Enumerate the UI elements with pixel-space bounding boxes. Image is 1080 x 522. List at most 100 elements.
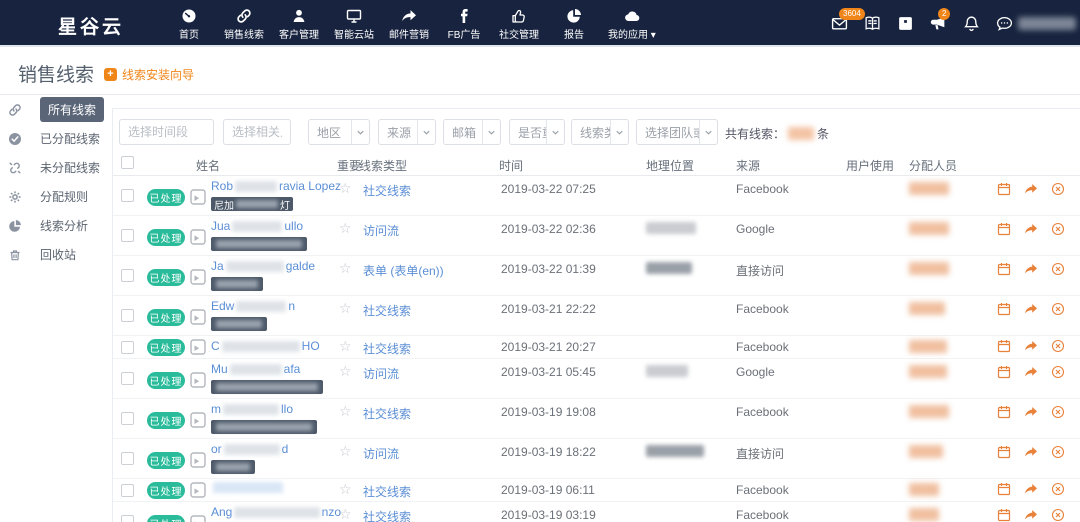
calendar-icon[interactable] bbox=[897, 15, 915, 33]
calendar-icon[interactable] bbox=[997, 262, 1011, 276]
lead-name-link[interactable]: Juaullo bbox=[211, 219, 341, 233]
share-icon[interactable] bbox=[1024, 508, 1038, 522]
delete-icon[interactable] bbox=[1051, 405, 1065, 419]
delete-icon[interactable] bbox=[1051, 365, 1065, 379]
user-account-redacted[interactable] bbox=[1018, 17, 1076, 30]
calendar-icon[interactable] bbox=[997, 405, 1011, 419]
nav-item-customer-management[interactable]: 客户管理 bbox=[278, 0, 320, 47]
lead-type-link[interactable]: 访问流 bbox=[363, 222, 399, 239]
row-checkbox[interactable] bbox=[121, 269, 134, 282]
nav-item-fb-ads[interactable]: FB广告 bbox=[443, 0, 485, 47]
lead-name-link[interactable]: Jagalde bbox=[211, 259, 341, 273]
share-icon[interactable] bbox=[1024, 262, 1038, 276]
star-icon[interactable]: ☆ bbox=[339, 506, 352, 522]
delete-icon[interactable] bbox=[1051, 182, 1065, 196]
lead-type-link[interactable]: 社交线索 bbox=[363, 508, 411, 522]
sidebar-item-assigned-leads[interactable]: 已分配线索 bbox=[0, 124, 112, 153]
mail-icon[interactable]: 3604 bbox=[831, 15, 849, 33]
delete-icon[interactable] bbox=[1051, 262, 1065, 276]
sidebar-item-recycle-bin[interactable]: 回收站 bbox=[0, 240, 112, 269]
delete-icon[interactable] bbox=[1051, 445, 1065, 459]
star-icon[interactable]: ☆ bbox=[339, 403, 352, 420]
calendar-icon[interactable] bbox=[997, 302, 1011, 316]
star-icon[interactable]: ☆ bbox=[339, 363, 352, 380]
book-icon[interactable] bbox=[864, 15, 882, 33]
calendar-icon[interactable] bbox=[997, 222, 1011, 236]
star-icon[interactable]: ☆ bbox=[339, 220, 352, 237]
calendar-icon[interactable] bbox=[997, 182, 1011, 196]
announce-icon[interactable]: 2 bbox=[930, 15, 948, 33]
lead-name-link[interactable] bbox=[211, 482, 341, 493]
star-icon[interactable]: ☆ bbox=[339, 180, 352, 197]
lead-type-select[interactable]: 线索类型 bbox=[571, 119, 629, 145]
star-icon[interactable]: ☆ bbox=[339, 338, 352, 355]
email-select[interactable]: 邮箱 bbox=[443, 119, 501, 145]
notifications-icon[interactable] bbox=[963, 15, 981, 33]
select-all-checkbox[interactable] bbox=[121, 156, 134, 169]
lead-name-link[interactable]: mllo bbox=[211, 402, 341, 416]
team-select[interactable]: 选择团队或成员 bbox=[636, 119, 718, 145]
lead-type-link[interactable]: 社交线索 bbox=[363, 405, 411, 422]
calendar-icon[interactable] bbox=[997, 339, 1011, 353]
time-range-input[interactable] bbox=[119, 119, 214, 145]
messages-icon[interactable] bbox=[996, 15, 1014, 33]
star-icon[interactable]: ☆ bbox=[339, 300, 352, 317]
lead-type-link[interactable]: 社交线索 bbox=[363, 182, 411, 199]
delete-icon[interactable] bbox=[1051, 339, 1065, 353]
lead-type-link[interactable]: 访问流 bbox=[363, 365, 399, 382]
calendar-icon[interactable] bbox=[997, 365, 1011, 379]
row-checkbox[interactable] bbox=[121, 412, 134, 425]
share-icon[interactable] bbox=[1024, 445, 1038, 459]
source-select[interactable]: 来源 bbox=[378, 119, 436, 145]
sidebar-item-lead-analysis[interactable]: 线索分析 bbox=[0, 211, 112, 240]
sidebar-item-all-leads[interactable]: 所有线索 bbox=[0, 95, 112, 124]
lead-type-link[interactable]: 社交线索 bbox=[363, 483, 411, 500]
share-icon[interactable] bbox=[1024, 302, 1038, 316]
delete-icon[interactable] bbox=[1051, 482, 1065, 496]
lead-setup-wizard-link[interactable]: + 线索安装向导 bbox=[104, 66, 194, 83]
nav-item-social-management[interactable]: 社交管理 bbox=[498, 0, 540, 47]
star-icon[interactable]: ☆ bbox=[339, 481, 352, 498]
row-checkbox[interactable] bbox=[121, 515, 134, 522]
sidebar-item-assign-rules[interactable]: 分配规则 bbox=[0, 182, 112, 211]
delete-icon[interactable] bbox=[1051, 222, 1065, 236]
nav-item-reports[interactable]: 报告 bbox=[553, 0, 595, 47]
star-icon[interactable]: ☆ bbox=[339, 443, 352, 460]
nav-item-my-apps[interactable]: 我的应用 ▾ bbox=[608, 0, 656, 47]
lead-name-link[interactable]: CHO bbox=[211, 339, 341, 353]
sidebar-item-unassigned-leads[interactable]: 未分配线索 bbox=[0, 153, 112, 182]
share-icon[interactable] bbox=[1024, 182, 1038, 196]
share-icon[interactable] bbox=[1024, 365, 1038, 379]
star-icon[interactable]: ☆ bbox=[339, 260, 352, 277]
lead-name-link[interactable]: ord bbox=[211, 442, 341, 456]
share-icon[interactable] bbox=[1024, 222, 1038, 236]
row-checkbox[interactable] bbox=[121, 309, 134, 322]
share-icon[interactable] bbox=[1024, 339, 1038, 353]
row-checkbox[interactable] bbox=[121, 452, 134, 465]
share-icon[interactable] bbox=[1024, 482, 1038, 496]
lead-name-link[interactable]: Angnzo bbox=[211, 505, 341, 519]
nav-item-sales-leads[interactable]: 销售线索 bbox=[223, 0, 265, 47]
brand-logo[interactable]: 星谷云 bbox=[58, 12, 124, 39]
row-checkbox[interactable] bbox=[121, 189, 134, 202]
calendar-icon[interactable] bbox=[997, 482, 1011, 496]
lead-type-link[interactable]: 访问流 bbox=[363, 445, 399, 462]
calendar-icon[interactable] bbox=[997, 445, 1011, 459]
row-checkbox[interactable] bbox=[121, 229, 134, 242]
lead-type-link[interactable]: 社交线索 bbox=[363, 302, 411, 319]
row-checkbox[interactable] bbox=[121, 484, 134, 497]
nav-item-email-marketing[interactable]: 邮件营销 bbox=[388, 0, 430, 47]
important-select[interactable]: 是否重要 bbox=[509, 119, 565, 145]
lead-name-link[interactable]: Muafa bbox=[211, 362, 341, 376]
share-icon[interactable] bbox=[1024, 405, 1038, 419]
delete-icon[interactable] bbox=[1051, 302, 1065, 316]
related-person-input[interactable] bbox=[223, 119, 291, 145]
calendar-icon[interactable] bbox=[997, 508, 1011, 522]
nav-item-home[interactable]: 首页 bbox=[168, 0, 210, 47]
row-checkbox[interactable] bbox=[121, 372, 134, 385]
lead-type-link[interactable]: 表单 (表单(en)) bbox=[363, 262, 444, 279]
lead-type-link[interactable]: 社交线索 bbox=[363, 340, 411, 357]
nav-item-smart-cloud-site[interactable]: 智能云站 bbox=[333, 0, 375, 47]
region-select[interactable]: 地区 bbox=[308, 119, 370, 145]
lead-name-link[interactable]: Robravia Lopez bbox=[211, 179, 341, 193]
